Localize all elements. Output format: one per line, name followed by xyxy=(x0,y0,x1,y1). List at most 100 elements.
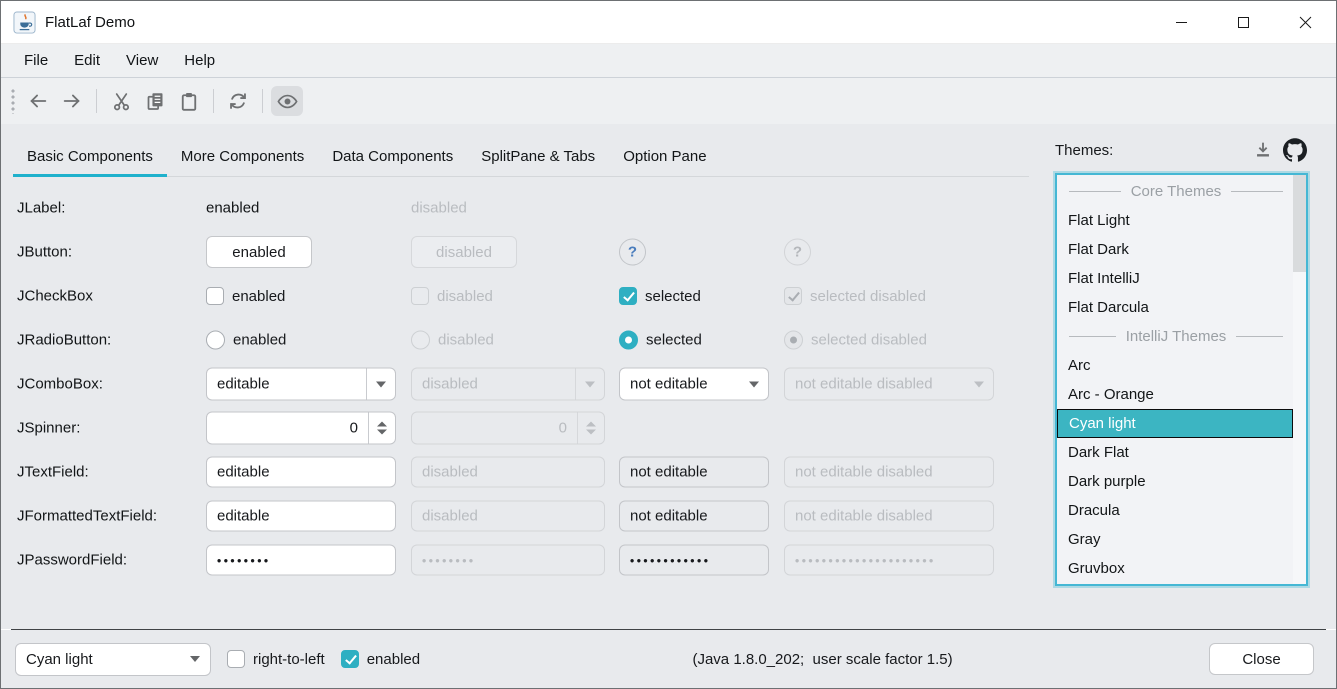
right-to-left-label: right-to-left xyxy=(253,651,325,668)
forward-arrow-button[interactable] xyxy=(56,86,88,116)
separator-line xyxy=(1069,336,1116,337)
demo-combobox: not editable disabled xyxy=(784,368,994,401)
demo-combobox[interactable]: not editable xyxy=(619,368,769,401)
close-button-label: Close xyxy=(1242,651,1280,668)
theme-item-dark-purple[interactable]: Dark purple xyxy=(1057,467,1293,496)
row-label: JTextField: xyxy=(17,464,89,481)
theme-item-flat-intellij[interactable]: Flat IntelliJ xyxy=(1057,264,1293,293)
theme-item-flat-dark[interactable]: Flat Dark xyxy=(1057,235,1293,264)
demo-label: disabled xyxy=(411,200,467,217)
theme-item-gruvbox[interactable]: Gruvbox xyxy=(1057,554,1293,583)
tabbed-pane: Basic ComponentsMore ComponentsData Comp… xyxy=(1,124,1043,629)
toolbar-separator xyxy=(213,89,214,113)
close-window-button[interactable] xyxy=(1274,1,1336,43)
tab-more-components[interactable]: More Components xyxy=(167,139,318,176)
toolbar-separator xyxy=(262,89,263,113)
demo-spinner[interactable]: 0 xyxy=(206,412,396,445)
theme-item-arc[interactable]: Arc xyxy=(1057,351,1293,380)
demo-radio[interactable]: selected xyxy=(619,331,702,350)
theme-item-dark-flat[interactable]: Dark Flat xyxy=(1057,438,1293,467)
menubar: FileEditViewHelp xyxy=(1,44,1336,78)
cut-button[interactable] xyxy=(105,86,137,116)
theme-item-arc-orange[interactable]: Arc - Orange xyxy=(1057,380,1293,409)
row-label: JLabel: xyxy=(17,200,65,217)
right-to-left-checkbox[interactable]: right-to-left xyxy=(227,650,325,668)
download-icon[interactable] xyxy=(1250,137,1276,163)
field-value: disabled xyxy=(422,508,478,525)
menu-help[interactable]: Help xyxy=(171,44,228,77)
checkbox-label: disabled xyxy=(437,288,493,305)
theme-combobox[interactable]: Cyan light xyxy=(15,643,211,676)
theme-item-cyan-light[interactable]: Cyan light xyxy=(1057,409,1293,438)
tab-data-components[interactable]: Data Components xyxy=(318,139,467,176)
cut-icon xyxy=(111,91,132,112)
demo-row: JSpinner:00 xyxy=(1,406,1043,450)
menu-edit[interactable]: Edit xyxy=(61,44,113,77)
enabled-checkbox[interactable]: enabled xyxy=(341,650,420,668)
themes-list-items: Core ThemesFlat LightFlat DarkFlat Intel… xyxy=(1057,177,1293,583)
row-label: JComboBox: xyxy=(17,376,103,393)
back-arrow-button[interactable] xyxy=(22,86,54,116)
field-value: not editable xyxy=(630,464,708,481)
paste-button[interactable] xyxy=(173,86,205,116)
chevron-down-icon xyxy=(965,381,993,387)
row-label: JCheckBox xyxy=(17,288,93,305)
checkbox-box xyxy=(619,287,637,305)
demo-label: enabled xyxy=(206,200,259,217)
tab-splitpane-tabs[interactable]: SplitPane & Tabs xyxy=(467,139,609,176)
demo-text-field[interactable]: editable xyxy=(206,457,396,488)
demo-button[interactable]: enabled xyxy=(206,236,312,268)
demo-radio[interactable]: enabled xyxy=(206,331,286,350)
theme-item-flat-darcula[interactable]: Flat Darcula xyxy=(1057,293,1293,322)
field-value: •••••••••••• xyxy=(630,553,710,567)
themes-panel: Themes: Core ThemesFlat LightFlat Dar xyxy=(1043,124,1336,629)
field-value: not editable xyxy=(630,508,708,525)
demo-text-field[interactable]: editable xyxy=(206,501,396,532)
theme-item-flat-light[interactable]: Flat Light xyxy=(1057,206,1293,235)
demo-text-field[interactable]: not editable xyxy=(619,457,769,488)
combobox-value: not editable disabled xyxy=(795,376,965,393)
bottom-bar: Cyan light right-to-left enabled (Java 1… xyxy=(1,630,1336,688)
demo-password-field[interactable]: •••••••••••• xyxy=(619,545,769,576)
status-text: (Java 1.8.0_202; user scale factor 1.5) xyxy=(436,651,1209,668)
component-demo-grid: JLabel:enableddisabledJButton:enableddis… xyxy=(1,186,1043,582)
scrollbar-thumb[interactable] xyxy=(1293,175,1306,272)
spinner-value: 0 xyxy=(207,420,368,437)
show-button[interactable] xyxy=(271,86,303,116)
tab-basic-components[interactable]: Basic Components xyxy=(13,139,167,176)
demo-row: JLabel: enabled disabled xyxy=(1,186,1043,230)
field-value: •••••••• xyxy=(422,553,476,567)
themes-list: Core ThemesFlat LightFlat DarkFlat Intel… xyxy=(1055,173,1308,586)
demo-checkbox[interactable]: enabled xyxy=(206,287,285,305)
copy-button[interactable] xyxy=(139,86,171,116)
demo-password-field[interactable]: •••••••• xyxy=(206,545,396,576)
menu-file[interactable]: File xyxy=(11,44,61,77)
separator-line xyxy=(1231,191,1283,192)
github-icon[interactable] xyxy=(1282,137,1308,163)
field-value: disabled xyxy=(422,464,478,481)
demo-combobox[interactable]: editable xyxy=(206,368,396,401)
checkbox-label: enabled xyxy=(232,288,285,305)
tab-option-pane[interactable]: Option Pane xyxy=(609,139,720,176)
help-button[interactable]: ? xyxy=(619,239,646,266)
row-label: JFormattedTextField: xyxy=(17,508,157,525)
themes-scrollbar[interactable] xyxy=(1293,175,1306,584)
demo-row: JPasswordField:•••••••••••••••••••••••••… xyxy=(1,538,1043,582)
close-button[interactable]: Close xyxy=(1209,643,1314,675)
demo-row: JFormattedTextField: editable disabled not … xyxy=(1,494,1043,538)
menu-view[interactable]: View xyxy=(113,44,171,77)
chevron-down-icon xyxy=(180,656,210,662)
toolbar-separator xyxy=(96,89,97,113)
demo-checkbox[interactable]: selected xyxy=(619,287,701,305)
theme-group-separator: IntelliJ Themes xyxy=(1057,322,1293,351)
theme-item-dracula[interactable]: Dracula xyxy=(1057,496,1293,525)
refresh-button[interactable] xyxy=(222,86,254,116)
maximize-button[interactable] xyxy=(1212,1,1274,43)
refresh-icon xyxy=(227,90,249,112)
minimize-button[interactable] xyxy=(1150,1,1212,43)
back-arrow-icon xyxy=(27,90,49,112)
demo-text-field[interactable]: not editable xyxy=(619,501,769,532)
theme-item-gray[interactable]: Gray xyxy=(1057,525,1293,554)
spinner-arrows[interactable] xyxy=(369,422,395,435)
row-label: JSpinner: xyxy=(17,420,80,437)
